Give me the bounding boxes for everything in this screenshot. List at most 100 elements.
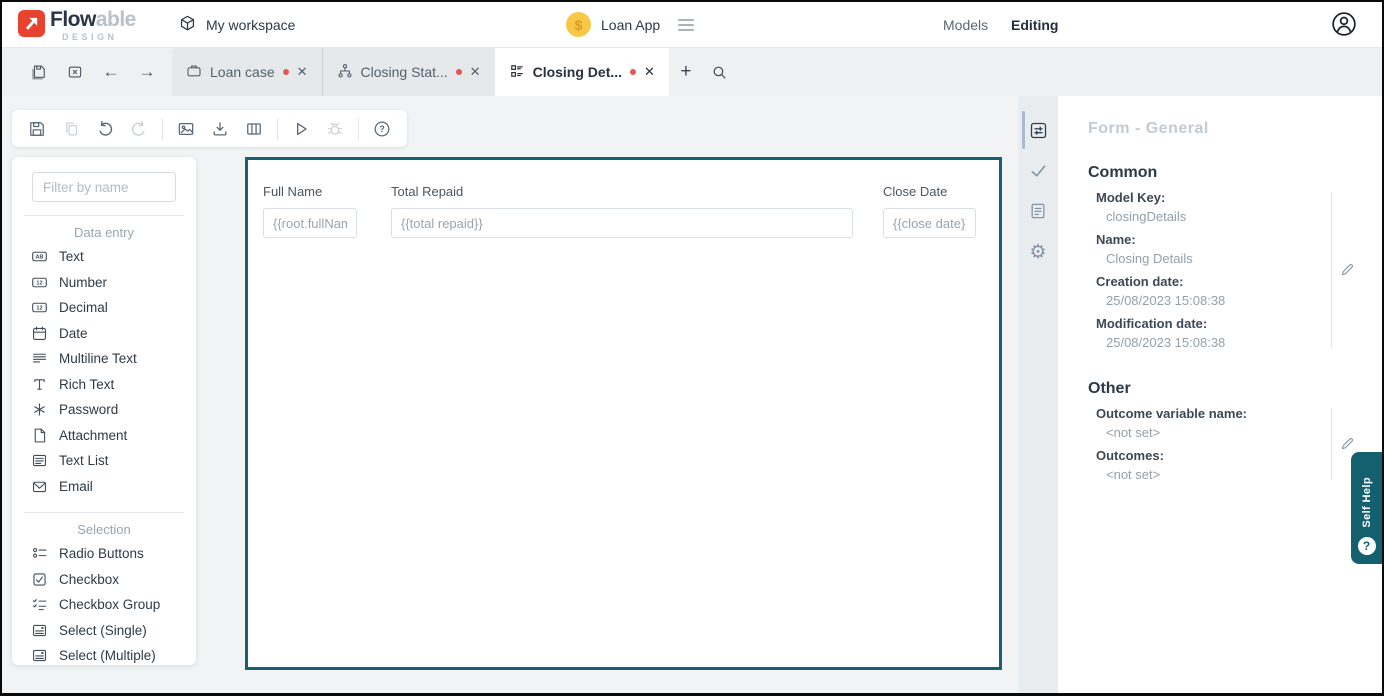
palette-item-text[interactable]: AB Text <box>12 244 196 270</box>
property-outcome-variable: Outcome variable name: <not set> <box>1096 406 1247 440</box>
palette-item-checkbox[interactable]: Checkbox <box>12 567 196 593</box>
unsaved-dot <box>282 69 289 75</box>
tab-close-icon[interactable]: ✕ <box>644 64 655 80</box>
radio-buttons-icon <box>32 548 47 558</box>
field-label: Full Name <box>263 184 323 199</box>
select-multiple-icon <box>32 650 47 662</box>
self-help-tab[interactable]: Self Help ? <box>1351 452 1382 564</box>
svg-text:12: 12 <box>36 306 42 312</box>
import-icon[interactable] <box>207 116 233 142</box>
add-tab-icon[interactable]: + <box>669 48 703 96</box>
common-fields-group: Model Key: closingDetails Name: Closing … <box>1096 190 1382 350</box>
tab-close-icon[interactable]: ✕ <box>297 64 308 80</box>
workspace-label: My workspace <box>206 17 296 33</box>
tab-label: Loan case <box>210 64 275 80</box>
form-icon <box>509 63 525 82</box>
date-field-icon <box>32 326 47 340</box>
main-area: ? Data entry AB Text 12 Number <box>2 96 1382 693</box>
text-field-icon: AB <box>32 251 47 262</box>
panel-title: Form - General <box>1088 120 1209 137</box>
unsaved-dot <box>455 69 462 75</box>
documentation-icon[interactable] <box>1018 194 1058 228</box>
settings-gear-icon[interactable]: ⚙ <box>1018 235 1058 269</box>
tab-loan-case[interactable]: Loan case ✕ <box>172 48 322 96</box>
help-bubble-icon: ? <box>1357 537 1376 555</box>
tab-close-icon[interactable]: ✕ <box>470 64 481 80</box>
palette-item-richtext[interactable]: Rich Text <box>12 372 196 398</box>
palette-item-radio[interactable]: Radio Buttons <box>12 541 196 567</box>
tab-label: Closing Stat... <box>360 64 448 80</box>
palette-item-number[interactable]: 12 Number <box>12 270 196 296</box>
field-value-input[interactable] <box>883 208 976 238</box>
paste-icon <box>58 116 84 142</box>
undo-icon[interactable] <box>92 116 118 142</box>
field-label: Close Date <box>883 184 948 199</box>
field-value-input[interactable] <box>391 208 853 238</box>
save-all-icon[interactable] <box>28 61 50 83</box>
save-icon[interactable] <box>24 116 50 142</box>
component-palette: Data entry AB Text 12 Number 12 Decimal … <box>12 157 196 665</box>
nav-models[interactable]: Models <box>943 17 988 33</box>
svg-text:12: 12 <box>36 280 42 286</box>
palette-item-date[interactable]: Date <box>12 321 196 347</box>
checkbox-icon <box>33 573 46 586</box>
palette-item-password[interactable]: Password <box>12 397 196 423</box>
other-fields-group: Outcome variable name: <not set> Outcome… <box>1096 406 1382 482</box>
form-field-full-name[interactable]: Full Name <box>263 184 357 238</box>
self-help-label: Self Help <box>1360 477 1373 528</box>
property-name: Name: Closing Details <box>1096 232 1193 266</box>
property-outcomes: Outcomes: <not set> <box>1096 448 1164 482</box>
search-icon[interactable] <box>703 48 737 96</box>
palette-item-textlist[interactable]: Text List <box>12 448 196 474</box>
number-field-icon: 12 <box>32 277 47 288</box>
flowable-logo-icon <box>18 10 45 37</box>
attachment-icon <box>34 428 46 443</box>
form-properties-icon[interactable] <box>1018 111 1058 149</box>
help-icon[interactable]: ? <box>369 116 395 142</box>
svg-text:AB: AB <box>36 255 44 261</box>
filter-input[interactable] <box>32 172 176 202</box>
select-single-icon <box>32 624 47 636</box>
palette-item-select-multiple[interactable]: Select (Multiple) <box>12 643 196 665</box>
close-all-icon[interactable] <box>64 61 86 83</box>
form-field-close-date[interactable]: Close Date <box>883 184 976 238</box>
edit-common-pencil-icon[interactable] <box>1339 261 1356 283</box>
field-label: Total Repaid <box>391 184 464 199</box>
section-title-other: Other <box>1088 380 1131 397</box>
tab-closing-details[interactable]: Closing Det... ✕ <box>494 48 669 96</box>
rich-text-icon <box>34 379 45 390</box>
workspace-selector[interactable]: My workspace <box>178 14 295 36</box>
palette-section-title: Selection <box>77 522 131 537</box>
palette-item-multiline[interactable]: Multiline Text <box>12 346 196 372</box>
debug-icon <box>322 116 348 142</box>
project-name: Loan App <box>601 16 661 33</box>
nav-editing[interactable]: Editing <box>1011 17 1058 33</box>
form-field-total-repaid[interactable]: Total Repaid <box>391 184 853 238</box>
back-arrow-icon[interactable]: ← <box>100 61 122 83</box>
field-value-input[interactable] <box>263 208 357 238</box>
form-design-surface[interactable]: Full Name Total Repaid Close Date <box>245 157 1002 670</box>
menu-icon[interactable] <box>678 18 695 31</box>
play-icon[interactable] <box>288 116 314 142</box>
checkbox-group-icon <box>32 599 47 611</box>
property-modification-date: Modification date: 25/08/2023 15:08:38 <box>1096 316 1226 350</box>
app-window: Flowable DESIGN My workspace $ Loan App … <box>0 0 1384 696</box>
palette-item-attachment[interactable]: Attachment <box>12 423 196 449</box>
palette-item-email[interactable]: Email <box>12 474 196 500</box>
workspace-cube-icon <box>178 14 197 36</box>
validation-check-icon[interactable] <box>1018 153 1058 187</box>
editor-canvas: ? Data entry AB Text 12 Number <box>2 96 1018 693</box>
unsaved-dot <box>630 69 637 75</box>
palette-item-decimal[interactable]: 12 Decimal <box>12 295 196 321</box>
image-export-icon[interactable] <box>173 116 199 142</box>
process-icon <box>337 63 353 82</box>
password-icon <box>34 403 45 416</box>
tab-closing-state[interactable]: Closing Stat... ✕ <box>321 48 495 96</box>
brand-name: Flowable <box>50 8 136 31</box>
columns-layout-icon[interactable] <box>241 116 267 142</box>
palette-item-checkboxgroup[interactable]: Checkbox Group <box>12 592 196 618</box>
user-avatar-icon[interactable] <box>1330 10 1358 43</box>
forward-arrow-icon[interactable]: → <box>136 61 158 83</box>
project-selector[interactable]: $ Loan App <box>566 12 695 37</box>
palette-item-select-single[interactable]: Select (Single) <box>12 618 196 644</box>
